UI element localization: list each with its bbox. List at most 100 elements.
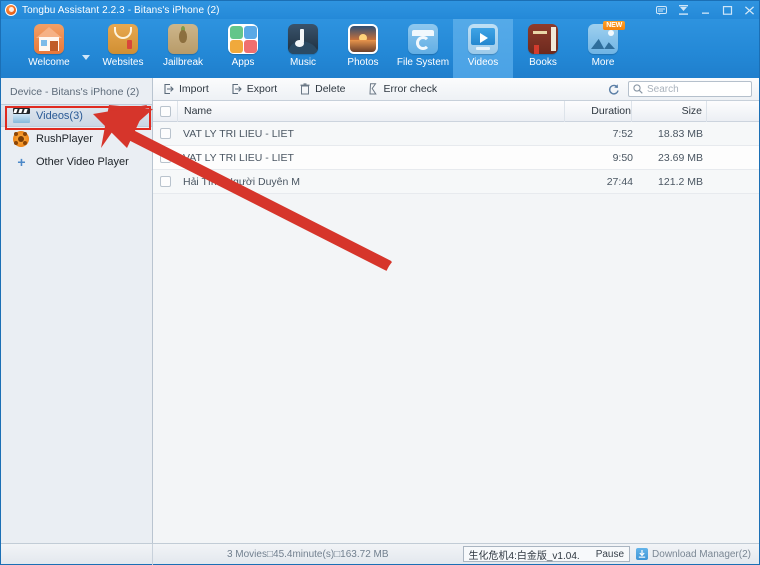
row-size: 121.2 MB — [658, 175, 703, 188]
sidebar-item-other-video-player[interactable]: + Other Video Player — [1, 150, 152, 173]
trash-icon — [299, 83, 311, 95]
video-player-icon — [468, 24, 498, 54]
toolbar-item-websites[interactable]: Websites — [93, 19, 153, 78]
content-toolbar: Import Export Delete Error check Search — [153, 78, 759, 101]
row-name: VAT LY TRI LIEU - LIET — [183, 127, 294, 140]
book-icon — [528, 24, 558, 54]
main-toolbar: Welcome Websites Jailbreak Apps Music Ph… — [1, 19, 759, 78]
window-title: Tongbu Assistant 2.2.3 - Bitans's iPhone… — [22, 4, 220, 16]
feedback-icon[interactable] — [656, 5, 667, 16]
toolbar-label-apps: Apps — [231, 57, 255, 68]
body-area: Device - Bitans's iPhone (2) Videos(3) R… — [1, 78, 759, 543]
download-icon[interactable] — [678, 5, 689, 16]
new-badge: NEW — [603, 21, 625, 30]
table-header: Name Duration Size — [153, 100, 759, 122]
import-label: Import — [179, 83, 209, 95]
row-name: Hải Tình Người Duyên M — [183, 175, 301, 188]
apps-grid-icon — [228, 24, 258, 54]
sidebar-item-label-rushplayer: RushPlayer — [36, 132, 93, 145]
sidebar-item-videos[interactable]: Videos(3) — [1, 104, 152, 127]
column-header-name[interactable]: Name — [178, 105, 564, 117]
sidebar-item-label-videos: Videos(3) — [36, 109, 83, 122]
sidebar-device-header: Device - Bitans's iPhone (2) — [10, 86, 140, 98]
export-button[interactable]: Export — [231, 83, 277, 95]
toolbar-item-welcome[interactable]: Welcome — [19, 19, 79, 78]
maximize-icon[interactable] — [722, 5, 733, 16]
delete-button[interactable]: Delete — [299, 83, 345, 95]
toolbar-label-books: Books — [529, 57, 557, 68]
chevron-down-icon[interactable] — [79, 19, 93, 78]
download-progress-item[interactable]: 生化危机4:白金版_v1.04. Pause — [462, 546, 631, 562]
export-icon — [231, 83, 243, 95]
clapperboard-icon — [13, 108, 30, 123]
table-body: VAT LY TRI LIEU - LIET 7:52 18.83 MB VAT… — [153, 122, 759, 543]
close-icon[interactable] — [744, 5, 755, 16]
table-row[interactable]: VAT LY TRI LIEU - LIET 7:52 18.83 MB — [153, 122, 759, 146]
table-row[interactable]: Hải Tình Người Duyên M 27:44 121.2 MB — [153, 170, 759, 194]
refresh-icon[interactable] — [606, 82, 620, 96]
download-manager-label: Download Manager(2) — [652, 548, 751, 560]
select-all-checkbox[interactable] — [153, 105, 177, 117]
toolbar-label-photos: Photos — [347, 57, 379, 68]
row-duration: 9:50 — [612, 151, 633, 164]
error-check-icon — [367, 83, 379, 95]
toolbar-item-photos[interactable]: Photos — [333, 19, 393, 78]
download-manager-icon — [636, 548, 649, 560]
search-placeholder: Search — [647, 83, 679, 95]
toolbar-item-videos[interactable]: Videos — [453, 19, 513, 78]
toolbar-label-websites: Websites — [102, 57, 144, 68]
content-toolbar-right: Search — [606, 81, 759, 97]
import-icon — [163, 83, 175, 95]
toolbar-item-more[interactable]: NEW More — [573, 19, 633, 78]
sidebar-item-rushplayer[interactable]: RushPlayer — [1, 127, 152, 150]
status-summary: 3 Movies□45.4minute(s)□163.72 MB — [226, 548, 389, 560]
application-window: Tongbu Assistant 2.2.3 - Bitans's iPhone… — [0, 0, 760, 565]
toolbar-label-welcome: Welcome — [28, 57, 70, 68]
pause-button[interactable]: Pause — [596, 549, 624, 560]
toolbar-item-music[interactable]: Music — [273, 19, 333, 78]
export-label: Export — [246, 83, 278, 95]
shopping-bag-icon — [108, 24, 138, 54]
row-checkbox[interactable] — [153, 176, 177, 187]
pineapple-icon — [168, 24, 198, 54]
error-check-label: Error check — [383, 83, 438, 95]
column-header-duration[interactable]: Duration — [565, 105, 631, 117]
file-system-icon — [408, 24, 438, 54]
search-input[interactable]: Search — [628, 81, 752, 97]
toolbar-item-apps[interactable]: Apps — [213, 19, 273, 78]
window-controls — [656, 1, 755, 19]
music-note-icon — [288, 24, 318, 54]
row-size: 18.83 MB — [658, 127, 703, 140]
toolbar-item-file-system[interactable]: File System — [393, 19, 453, 78]
toolbar-label-music: Music — [289, 57, 317, 68]
import-button[interactable]: Import — [163, 83, 209, 95]
title-bar: Tongbu Assistant 2.2.3 - Bitans's iPhone… — [1, 1, 759, 19]
toolbar-item-books[interactable]: Books — [513, 19, 573, 78]
toolbar-label-videos: Videos — [467, 57, 499, 68]
status-bar-left-pad — [1, 543, 153, 565]
minimize-icon[interactable] — [700, 5, 711, 16]
photo-icon — [348, 24, 378, 54]
toolbar-label-jailbreak: Jailbreak — [162, 57, 204, 68]
plus-icon: + — [17, 153, 26, 170]
home-icon — [34, 24, 64, 54]
row-checkbox[interactable] — [153, 128, 177, 139]
content-panel: Import Export Delete Error check Search … — [153, 78, 759, 543]
row-size: 23.69 MB — [658, 151, 703, 164]
tongbu-logo-icon — [5, 4, 17, 16]
download-item-name: 生化危机4:白金版_v1.04. — [468, 550, 580, 562]
sidebar-item-label-other-video-player: Other Video Player — [36, 155, 129, 168]
toolbar-label-file-system: File System — [396, 57, 450, 68]
table-row[interactable]: VAT LY TRI LIEU - LIET 9:50 23.69 MB — [153, 146, 759, 170]
row-checkbox[interactable] — [153, 152, 177, 163]
search-icon — [633, 84, 643, 94]
column-header-size[interactable]: Size — [632, 105, 706, 117]
row-duration: 27:44 — [606, 175, 633, 188]
column-divider — [706, 100, 707, 122]
error-check-button[interactable]: Error check — [367, 83, 437, 95]
delete-label: Delete — [315, 83, 346, 95]
download-manager-button[interactable]: Download Manager(2) — [636, 548, 759, 560]
rushplayer-icon — [13, 131, 30, 147]
toolbar-label-more: More — [591, 57, 615, 68]
toolbar-item-jailbreak[interactable]: Jailbreak — [153, 19, 213, 78]
